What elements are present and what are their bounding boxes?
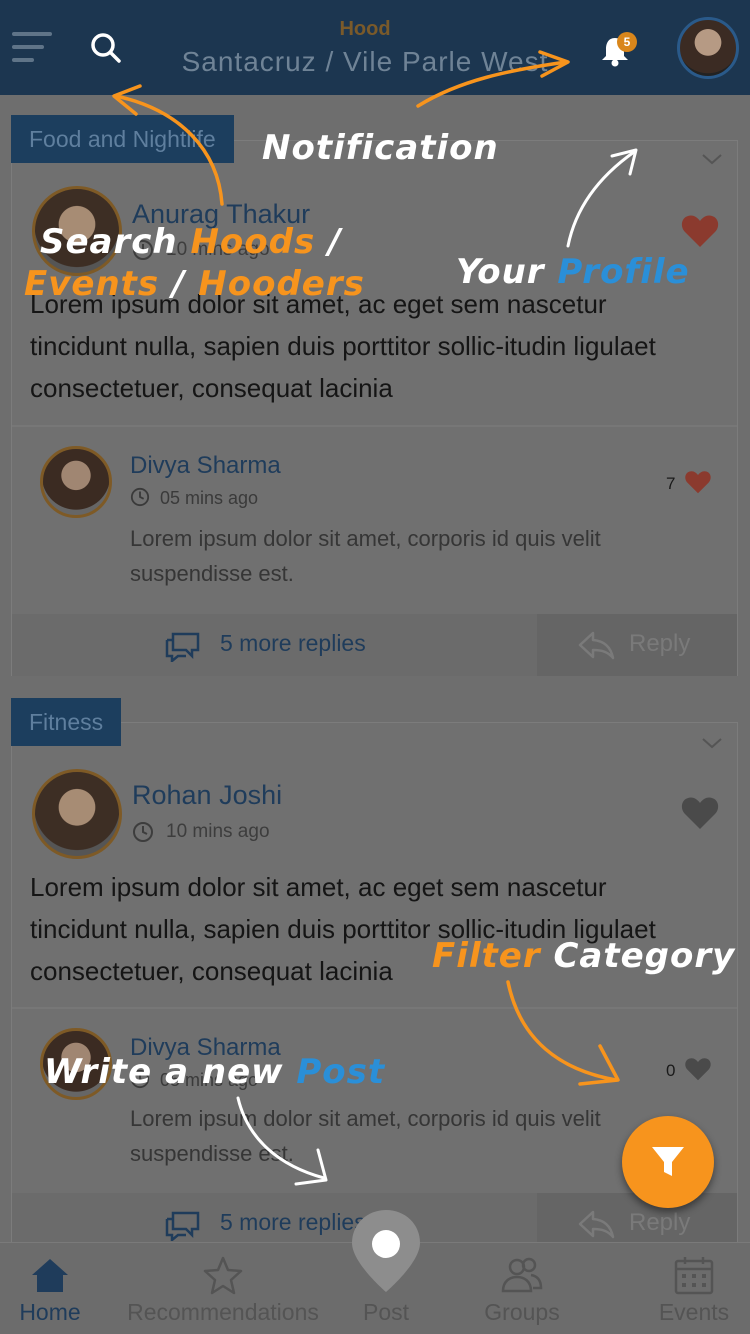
comments-icon bbox=[165, 1211, 200, 1241]
annotation-slash: / bbox=[172, 264, 186, 304]
nav-groups[interactable]: Groups bbox=[470, 1243, 574, 1334]
reply-button[interactable]: Reply bbox=[537, 614, 737, 676]
more-replies-label: 5 more replies bbox=[220, 1209, 366, 1235]
star-icon bbox=[203, 1256, 243, 1295]
category-tag: Fitness bbox=[11, 698, 122, 746]
reply-time: 05 mins ago bbox=[130, 487, 259, 509]
filter-button[interactable] bbox=[622, 1116, 714, 1208]
heart-icon[interactable] bbox=[680, 213, 720, 249]
annotation-your-profile: Your Profile bbox=[456, 252, 690, 292]
post-author[interactable]: Rohan Joshi bbox=[132, 780, 282, 811]
heart-icon[interactable] bbox=[684, 1056, 712, 1082]
reply-arrow-icon bbox=[578, 631, 615, 660]
nav-groups-label: Groups bbox=[484, 1299, 560, 1325]
nav-events[interactable]: Events bbox=[646, 1243, 742, 1334]
annotation-search-word: Search bbox=[40, 222, 178, 262]
annotation-hoods-word: Hoods bbox=[190, 222, 316, 262]
reply-author[interactable]: Divya Sharma bbox=[130, 452, 281, 480]
home-icon bbox=[32, 1259, 68, 1292]
annotation-events-hooders: Events / Hooders bbox=[24, 264, 365, 304]
like-count: 7 bbox=[666, 474, 676, 493]
reply-label: Reply bbox=[629, 1209, 691, 1236]
annotation-filter-word: Filter bbox=[432, 936, 541, 976]
category-tag: Food and Nightlife bbox=[11, 115, 234, 163]
post-location-pin-icon[interactable] bbox=[350, 1208, 422, 1296]
reply-label: Reply bbox=[629, 630, 691, 657]
chevron-down-icon[interactable] bbox=[701, 737, 723, 749]
notification-badge: 5 bbox=[617, 32, 637, 52]
annotation-write-word: Write a new bbox=[44, 1052, 284, 1092]
avatar[interactable] bbox=[40, 446, 112, 518]
divider bbox=[12, 425, 737, 427]
nav-home[interactable]: Home bbox=[0, 1243, 100, 1334]
app-header: Hood Santacruz / Vile Parle West 5 bbox=[0, 0, 750, 95]
annotation-search: Search Hoods / bbox=[40, 222, 341, 262]
post-time-text: 10 mins ago bbox=[166, 821, 270, 842]
nav-recommendations-label: Recommendations bbox=[127, 1299, 319, 1325]
avatar[interactable] bbox=[32, 769, 122, 859]
annotation-events-word: Events bbox=[24, 264, 160, 304]
divider bbox=[12, 1007, 737, 1009]
annotation-hooders-word: Hooders bbox=[198, 264, 365, 304]
nav-post-label: Post bbox=[362, 1299, 410, 1325]
annotation-post-word: Post bbox=[296, 1052, 386, 1092]
heart-icon[interactable] bbox=[684, 469, 712, 495]
profile-avatar[interactable] bbox=[677, 17, 739, 79]
reply-body: Lorem ipsum dolor sit amet, corporis id … bbox=[130, 526, 601, 586]
like-count: 0 bbox=[666, 1061, 676, 1080]
comments-icon bbox=[165, 632, 200, 662]
chevron-down-icon[interactable] bbox=[701, 153, 723, 165]
annotation-filter-category: Filter Category bbox=[432, 936, 735, 976]
annotation-slash: / bbox=[328, 222, 342, 262]
annotation-notification: Notification bbox=[262, 128, 499, 168]
clock-icon bbox=[133, 822, 153, 842]
reply-arrow-icon bbox=[578, 1210, 615, 1239]
more-replies-label: 5 more replies bbox=[220, 630, 366, 656]
groups-icon bbox=[501, 1257, 543, 1293]
annotation-your-word: Your bbox=[456, 252, 545, 292]
annotation-category-word: Category bbox=[553, 936, 736, 976]
annotation-write-post: Write a new Post bbox=[44, 1052, 385, 1092]
heart-icon[interactable] bbox=[680, 795, 720, 831]
more-replies-button[interactable]: 5 more replies bbox=[12, 614, 539, 676]
filter-icon bbox=[652, 1147, 684, 1176]
post-card: Anurag Thakur 10 mins ago Lorem ipsum do… bbox=[11, 140, 738, 676]
calendar-icon bbox=[674, 1257, 714, 1295]
nav-events-label: Events bbox=[658, 1299, 730, 1325]
reply-time-text: 05 mins ago bbox=[160, 488, 259, 508]
clock-icon bbox=[130, 487, 150, 507]
nav-recommendations[interactable]: Recommendations bbox=[112, 1243, 334, 1334]
annotation-profile-word: Profile bbox=[557, 252, 690, 292]
nav-home-label: Home bbox=[19, 1299, 81, 1325]
post-time: 10 mins ago bbox=[132, 821, 270, 843]
reply-body: Lorem ipsum dolor sit amet, corporis id … bbox=[130, 1106, 601, 1166]
